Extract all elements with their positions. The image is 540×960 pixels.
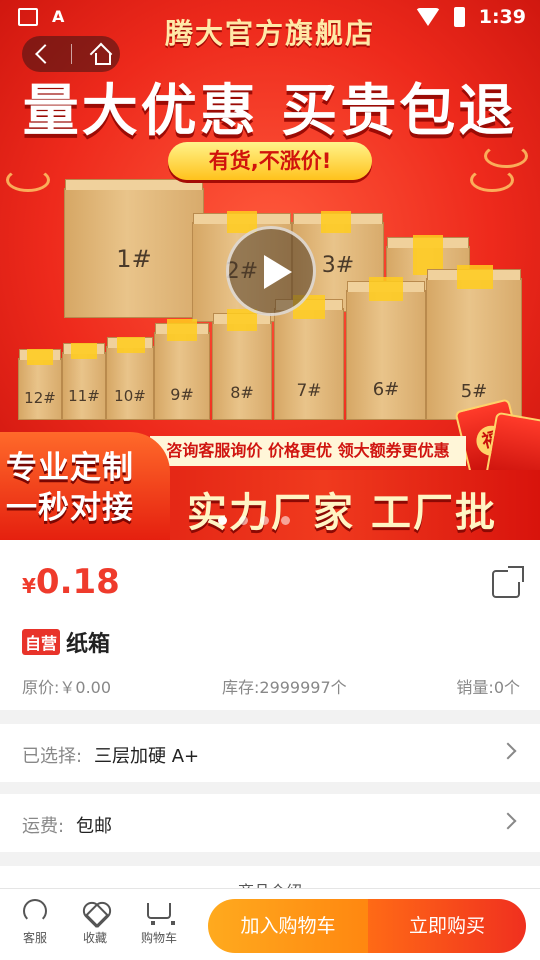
spec-selector-row[interactable]: 已选择: 三层加硬 A+ xyxy=(0,724,540,782)
box-label: 11# xyxy=(68,387,100,405)
shipping-label: 运费: xyxy=(22,816,65,837)
box-image: 5# xyxy=(426,265,522,420)
box-image: 9# xyxy=(154,319,210,420)
box-image: 12# xyxy=(18,349,62,420)
shipping-row[interactable]: 运费: 包邮 xyxy=(0,794,540,852)
gallery-icon xyxy=(18,8,38,26)
decor-swirl xyxy=(484,144,528,168)
bottom-action-bar: 客服 收藏 购物车 加入购物车 立即购买 xyxy=(0,888,540,960)
spec-label: 已选择: xyxy=(22,746,83,767)
product-info-card: ¥0.18 自营 纸箱 原价:￥0.00 库存:2999997个 销量:0个 xyxy=(0,540,540,710)
box-image: 6# xyxy=(346,277,426,420)
battery-icon xyxy=(453,7,465,27)
favorite-label: 收藏 xyxy=(82,931,107,945)
app-notification-icon: A xyxy=(52,7,65,26)
customer-service-label: 客服 xyxy=(22,931,47,945)
heart-icon xyxy=(83,899,107,923)
box-image: 11# xyxy=(62,343,106,420)
favorite-button[interactable]: 收藏 xyxy=(70,899,120,946)
carousel-dot[interactable] xyxy=(239,516,248,525)
status-bar: A 1:39 xyxy=(0,0,540,36)
shipping-value: 包邮 xyxy=(76,816,112,837)
price-value: 0.18 xyxy=(35,562,120,602)
subhead-badge: 有货,不涨价! xyxy=(168,142,372,180)
wifi-icon xyxy=(415,8,440,26)
play-video-button[interactable] xyxy=(226,226,316,316)
buy-now-button[interactable]: 立即购买 xyxy=(368,899,526,953)
carousel-indicator xyxy=(218,516,290,525)
promo-strip: 咨询客服询价 价格更优 领大额券更优惠 xyxy=(150,436,466,466)
custom-line-2: 一秒对接 xyxy=(6,490,134,526)
box-label: 1# xyxy=(116,245,152,273)
product-name: 纸箱 xyxy=(66,632,111,657)
carousel-dot[interactable] xyxy=(218,516,227,525)
original-price: 原价:￥0.00 xyxy=(22,678,112,697)
chevron-right-icon xyxy=(499,742,517,760)
nav-pill xyxy=(22,36,120,72)
back-icon[interactable] xyxy=(34,44,55,64)
home-icon[interactable] xyxy=(91,44,111,65)
nav-divider xyxy=(70,44,72,64)
add-to-cart-button[interactable]: 加入购物车 xyxy=(208,899,368,953)
box-image: 7# xyxy=(274,295,344,420)
currency-symbol: ¥ xyxy=(22,574,36,598)
stock-count: 库存:2999997个 xyxy=(222,678,347,697)
box-image: 8# xyxy=(212,309,272,420)
product-image-carousel[interactable]: 1# 2# 3# 12# 11# 10# 9# 8# 7# 6# 5# xyxy=(0,0,540,540)
box-label: 12# xyxy=(24,389,56,407)
product-title-row: 自营 纸箱 xyxy=(22,626,110,658)
decor-swirl xyxy=(6,168,50,192)
self-operated-badge: 自营 xyxy=(22,629,61,655)
customer-service-button[interactable]: 客服 xyxy=(10,899,60,946)
box-image: 10# xyxy=(106,337,154,420)
spec-value: 三层加硬 A+ xyxy=(94,746,200,767)
box-label: 8# xyxy=(230,383,254,402)
sales-count: 销量:0个 xyxy=(456,678,520,697)
box-image: 1# xyxy=(64,179,204,318)
status-time: 1:39 xyxy=(478,6,526,28)
carousel-dot[interactable] xyxy=(260,516,269,525)
share-icon[interactable] xyxy=(492,566,524,598)
box-label: 9# xyxy=(170,385,194,404)
chevron-right-icon xyxy=(499,812,517,830)
headset-icon xyxy=(23,899,47,923)
decor-swirl xyxy=(470,168,514,192)
box-label: 7# xyxy=(296,381,322,401)
factory-text: 实力厂家 工厂批发 xyxy=(187,490,497,536)
box-label: 6# xyxy=(372,379,400,400)
cart-icon xyxy=(147,903,175,925)
cart-button[interactable]: 购物车 xyxy=(134,899,184,946)
product-price: ¥0.18 xyxy=(22,562,120,602)
box-label: 5# xyxy=(460,381,488,402)
carousel-dot[interactable] xyxy=(281,516,290,525)
custom-line-1: 专业定制 xyxy=(6,450,134,486)
custom-tag: 专业定制 一秒对接 xyxy=(0,432,170,540)
box-label: 10# xyxy=(114,387,146,405)
cart-label: 购物车 xyxy=(140,931,177,945)
headline: 量大优惠 买贵包退 xyxy=(22,79,518,144)
